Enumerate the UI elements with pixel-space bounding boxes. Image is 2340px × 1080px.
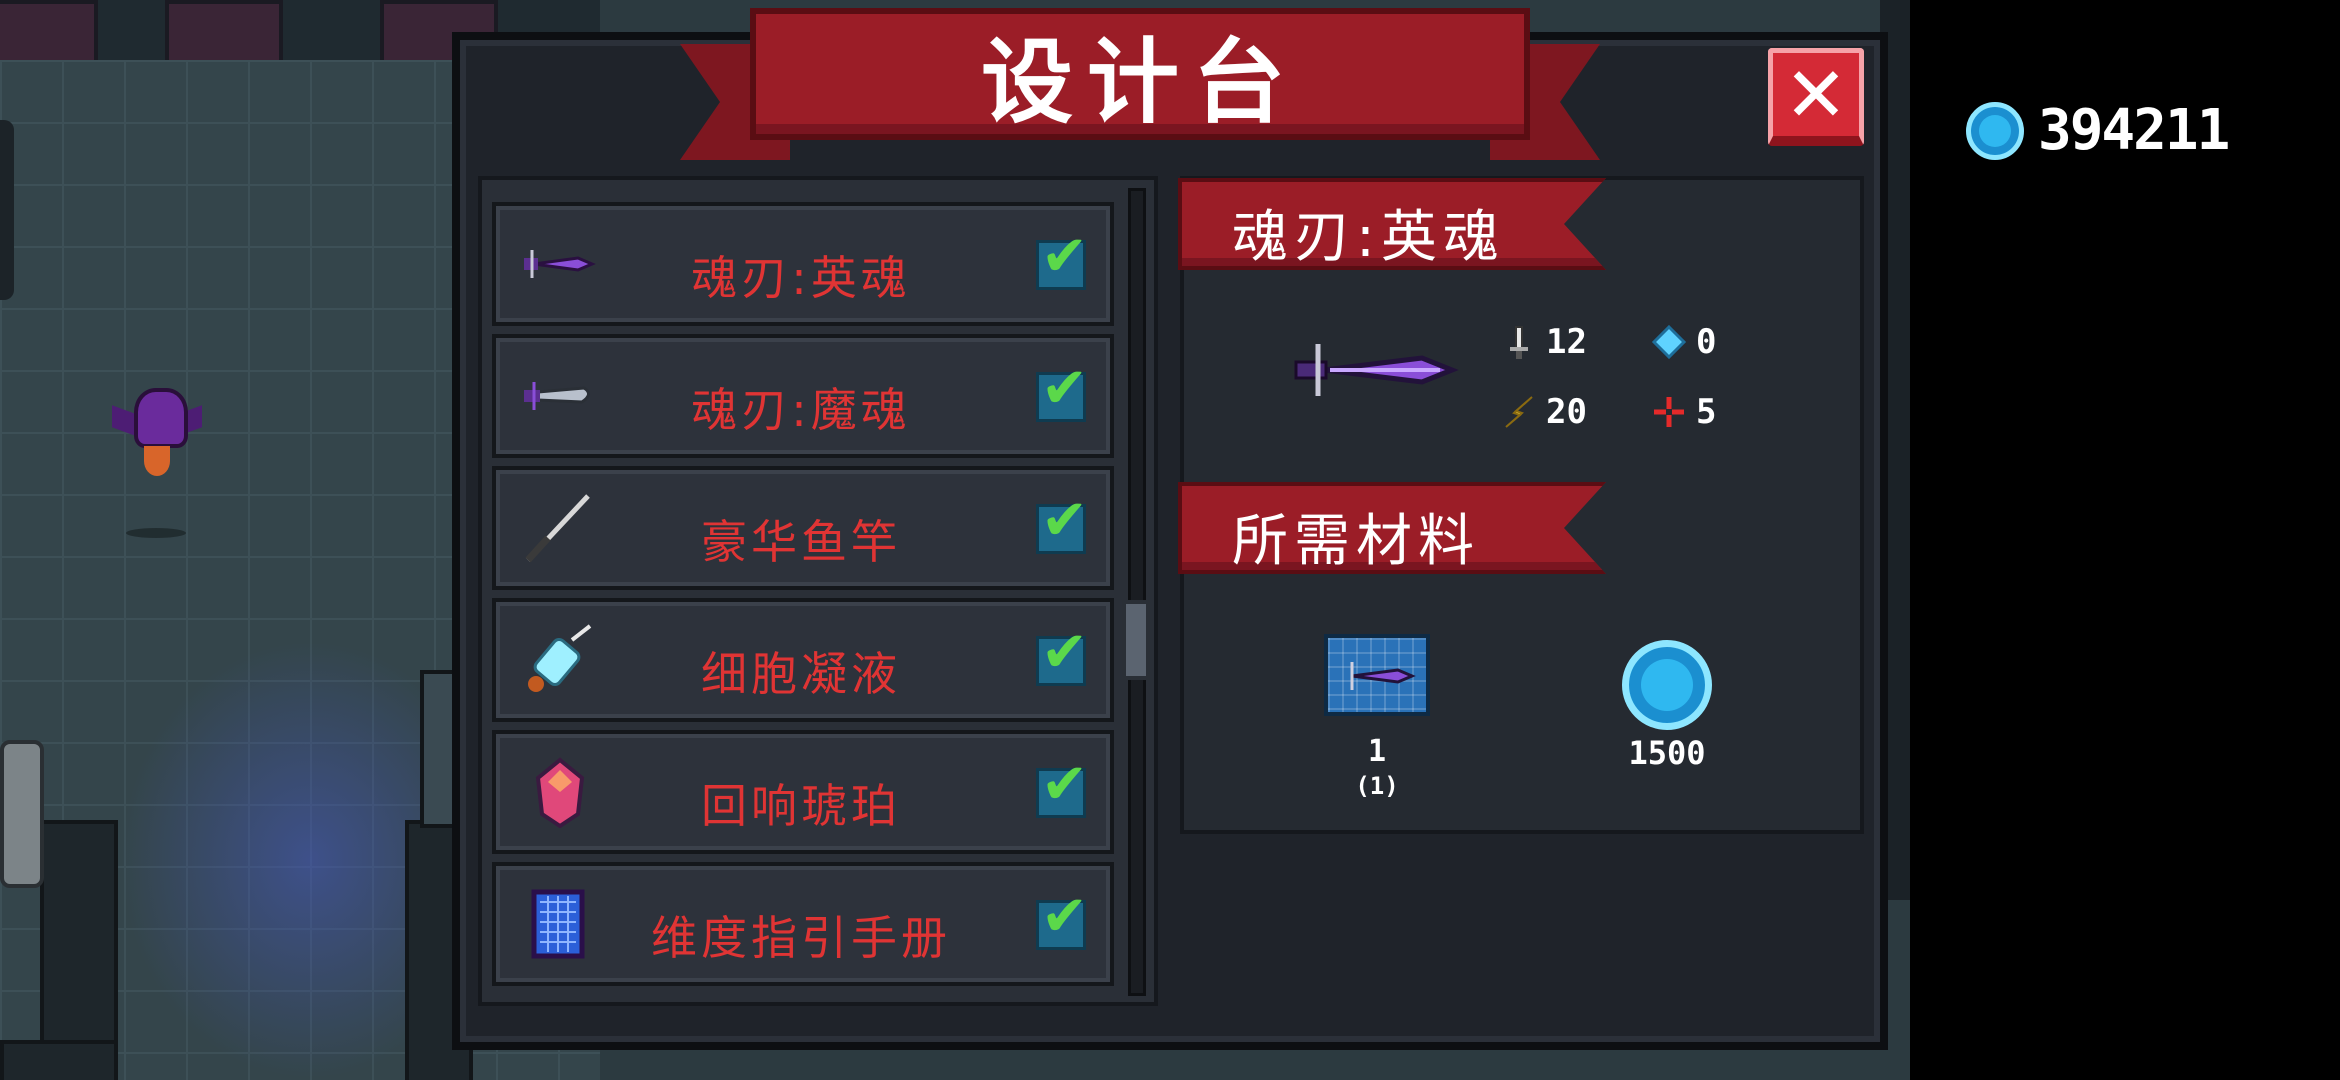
blueprint-icon (1324, 634, 1430, 716)
currency-amount: 394211 (2038, 98, 2230, 163)
material-count: 1 (1367, 734, 1387, 769)
wall-pillar (0, 120, 14, 300)
material-coin-count: 1500 (1628, 734, 1706, 772)
item-checkbox[interactable]: ✔ (1036, 493, 1088, 554)
close-icon: ✕ (1784, 49, 1848, 139)
list-item[interactable]: 维度指引手册 ✔ (492, 862, 1114, 986)
purple-bird-enemy (112, 388, 202, 538)
material-owned: (1) (1355, 772, 1399, 800)
item-name: 豪华鱼竿 (701, 515, 901, 569)
purple-sword-icon (1350, 662, 1416, 690)
gem-coin-icon (1622, 640, 1712, 730)
stat-attack: 12 (1502, 322, 1587, 362)
check-icon: ✔ (1041, 224, 1088, 289)
item-name: 魂刃:魔魂 (691, 383, 911, 437)
check-icon: ✔ (1041, 752, 1088, 817)
item-checkbox[interactable]: ✔ (1036, 229, 1088, 290)
page-title: 设计台 (980, 28, 1299, 136)
stat-accuracy: 5 (1652, 392, 1716, 432)
stat-crit: 20 (1502, 392, 1587, 432)
item-name: 魂刃:英魂 (691, 251, 911, 305)
materials-title: 所需材料 (1232, 509, 1480, 574)
check-icon: ✔ (1041, 884, 1088, 949)
gas-tank (0, 740, 44, 888)
item-list: 魂刃:英魂 ✔ 魂刃:魔魂 ✔ 豪华鱼竿 ✔ 细胞凝液 ✔ 回响琥珀 ✔ 维度指… (478, 176, 1158, 1006)
crosshair-icon (1654, 397, 1684, 427)
gem-coin-icon (1966, 101, 2024, 160)
stat-accuracy-value: 5 (1696, 392, 1717, 432)
list-item[interactable]: 豪华鱼竿 ✔ (492, 466, 1114, 590)
purple-blade-icon (524, 382, 590, 410)
list-scrollbar-thumb[interactable] (1122, 600, 1150, 680)
item-name: 细胞凝液 (701, 647, 901, 701)
amber-gem-icon (535, 757, 585, 828)
stat-energy: 0 (1652, 322, 1716, 362)
fishing-rod-icon (525, 494, 590, 563)
item-checkbox[interactable]: ✔ (1036, 757, 1088, 818)
item-checkbox[interactable]: ✔ (1036, 361, 1088, 422)
diamond-icon (1652, 325, 1686, 359)
selected-item-name: 魂刃:英魂 (1232, 205, 1505, 270)
check-icon: ✔ (1041, 620, 1088, 685)
materials-ribbon: 所需材料 (1178, 482, 1606, 574)
item-name: 回响琥珀 (701, 779, 901, 833)
check-icon: ✔ (1041, 488, 1088, 553)
list-item[interactable]: 魂刃:魔魂 ✔ (492, 334, 1114, 458)
purple-sword-icon (524, 250, 596, 278)
stat-energy-value: 0 (1696, 322, 1717, 362)
sword-icon (1510, 326, 1528, 359)
lightning-icon (1505, 396, 1533, 428)
syringe-icon (528, 624, 592, 692)
banner-body: 设计台 (750, 8, 1530, 140)
currency-counter: 394211 (1966, 98, 2230, 163)
item-name-ribbon: 魂刃:英魂 (1178, 178, 1606, 270)
list-item[interactable]: 回响琥珀 ✔ (492, 730, 1114, 854)
check-icon: ✔ (1041, 356, 1088, 421)
console-block (0, 1040, 118, 1080)
stat-crit-value: 20 (1546, 392, 1587, 432)
title-banner: 设计台 (680, 8, 1600, 160)
list-item[interactable]: 魂刃:英魂 ✔ (492, 202, 1114, 326)
item-name: 维度指引手册 (651, 911, 951, 965)
item-checkbox[interactable]: ✔ (1036, 889, 1088, 950)
list-scrollbar-track[interactable] (1128, 188, 1146, 996)
purple-sword-icon (1294, 344, 1459, 396)
close-button[interactable]: ✕ (1768, 48, 1864, 146)
stat-attack-value: 12 (1546, 322, 1587, 362)
blueprint-book-icon (531, 889, 585, 959)
list-item[interactable]: 细胞凝液 ✔ (492, 598, 1114, 722)
item-checkbox[interactable]: ✔ (1036, 625, 1088, 686)
